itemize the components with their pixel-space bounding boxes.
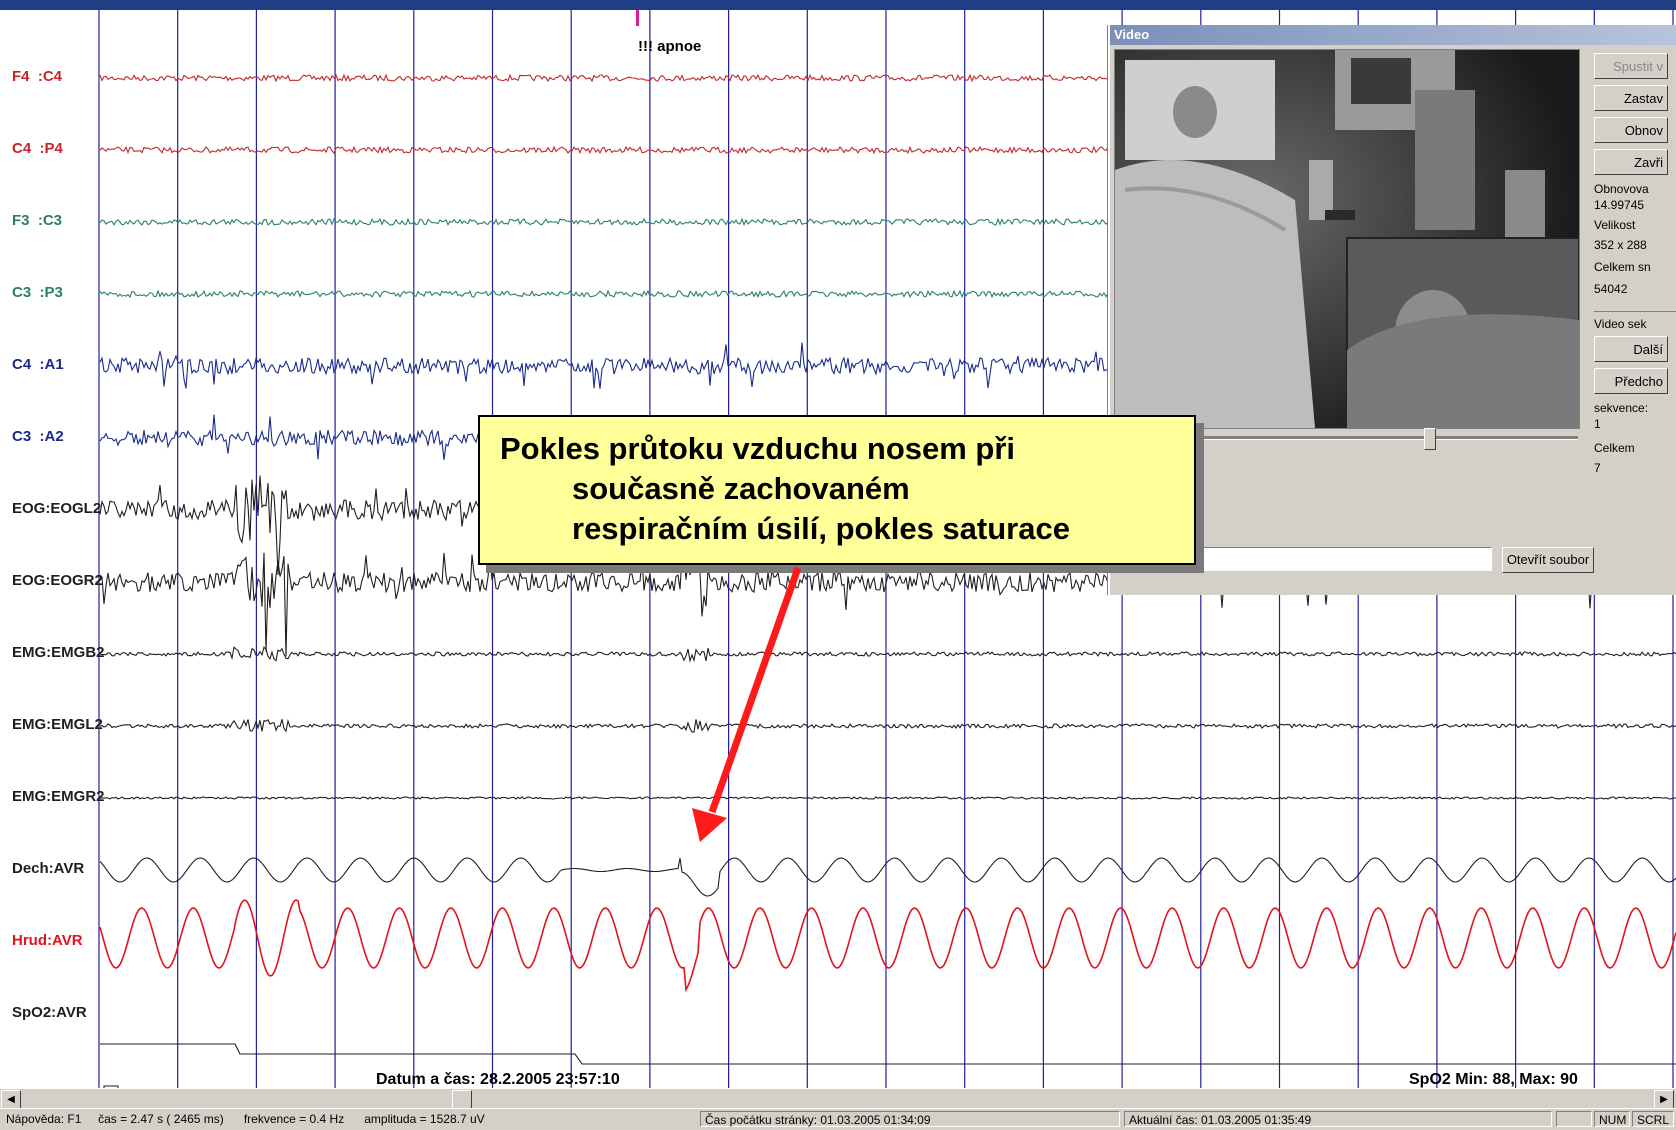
sequence-label: sekvence: <box>1594 401 1649 415</box>
total-value: 7 <box>1594 461 1601 475</box>
status-help: Nápověda: F1 <box>6 1112 82 1126</box>
refresh-rate-value: 14.99745 <box>1594 198 1645 212</box>
video-frame <box>1114 49 1580 429</box>
status-amplitude: amplituda = 1528.7 uV <box>364 1112 485 1126</box>
status-num: NUM <box>1594 1111 1630 1127</box>
channel-trace <box>99 646 1676 663</box>
annotation-callout: Pokles průtoku vzduchu nosem při současn… <box>478 415 1196 565</box>
video-controls-panel: Spustit v Zastav Obnov Zavři Obnovova 14… <box>1594 49 1676 476</box>
channel-label: Dech:AVR <box>12 860 85 877</box>
status-page-start: Čas počátku stránky: 01.03.2005 01:34:09 <box>700 1111 1120 1127</box>
event-marker-tick <box>636 10 639 26</box>
scroll-right-icon[interactable]: ▶ <box>1654 1090 1674 1109</box>
video-section-group: Video sek Další Předcho sekvence: 1 Celk… <box>1594 311 1676 476</box>
channel-label: EOG:EOGL2 <box>12 500 102 517</box>
recording-datetime: Datum a čas: 28.2.2005 23:57:10 <box>376 1071 620 1088</box>
next-button[interactable]: Další <box>1594 336 1668 362</box>
channel-trace <box>99 899 1676 993</box>
video-window-title[interactable]: Video <box>1110 25 1676 45</box>
callout-line-1: Pokles průtoku vzduchu nosem při <box>500 431 1016 466</box>
refresh-rate-label: Obnovova <box>1594 182 1649 196</box>
refresh-button[interactable]: Obnov <box>1594 117 1668 143</box>
scroll-left-icon[interactable]: ◀ <box>1 1090 21 1109</box>
channel-label: C3 :P3 <box>12 284 63 301</box>
apnoe-event-annotation: !!! apnoe <box>638 38 702 55</box>
status-current-time: Aktuální čas: 01.03.2005 01:35:49 <box>1124 1111 1552 1127</box>
total-frames-value: 54042 <box>1594 282 1628 296</box>
channel-label: C4 :P4 <box>12 140 63 157</box>
stop-button[interactable]: Zastav <box>1594 85 1668 111</box>
status-bar: Nápověda: F1 čas = 2.47 s ( 2465 ms) fre… <box>0 1108 1676 1130</box>
scrollbar-thumb[interactable] <box>452 1090 472 1109</box>
channel-label: F3 :C3 <box>12 212 63 229</box>
video-position-slider-thumb[interactable] <box>1424 428 1436 450</box>
play-video-button[interactable]: Spustit v <box>1594 53 1668 79</box>
size-value: 352 x 288 <box>1594 238 1647 252</box>
close-button[interactable]: Zavři <box>1594 149 1668 175</box>
video-image <box>1115 50 1579 428</box>
sequence-value: 1 <box>1594 417 1601 431</box>
total-frames-label: Celkem sn <box>1594 260 1651 274</box>
channel-label: F4 :C4 <box>12 68 63 85</box>
channel-trace <box>99 796 1676 800</box>
open-file-button[interactable]: Otevřít soubor <box>1502 547 1594 573</box>
channel-label: EOG:EOGR2 <box>12 572 103 589</box>
callout-line-2: současně zachovaném <box>572 471 910 506</box>
channel-label: EMG:EMGR2 <box>12 788 105 805</box>
channel-label: C4 :A1 <box>12 356 64 373</box>
channel-label: EMG:EMGB2 <box>12 644 105 661</box>
horizontal-scrollbar[interactable]: ◀ ▶ <box>0 1088 1676 1109</box>
status-scrl: SCRL <box>1632 1111 1674 1127</box>
channel-label: C3 :A2 <box>12 428 64 445</box>
spo2-min-max: SpO2 Min: 88, Max: 90 <box>1409 1071 1578 1088</box>
channel-trace <box>99 718 1676 733</box>
status-time: čas = 2.47 s ( 2465 ms) <box>98 1112 224 1126</box>
channel-label: Hrud:AVR <box>12 932 83 949</box>
channel-label: SpO2:AVR <box>12 1004 87 1021</box>
previous-button[interactable]: Předcho <box>1594 368 1668 394</box>
callout-line-3: respiračním úsilí, pokles saturace <box>572 511 1070 546</box>
total-label: Celkem <box>1594 441 1635 455</box>
channel-trace <box>99 857 1676 897</box>
status-frequency: frekvence = 0.4 Hz <box>243 1112 345 1126</box>
status-empty-panel <box>1556 1111 1592 1127</box>
channel-label: EMG:EMGL2 <box>12 716 103 733</box>
size-label: Velikost <box>1594 218 1636 232</box>
video-section-label: Video sek <box>1594 317 1647 331</box>
